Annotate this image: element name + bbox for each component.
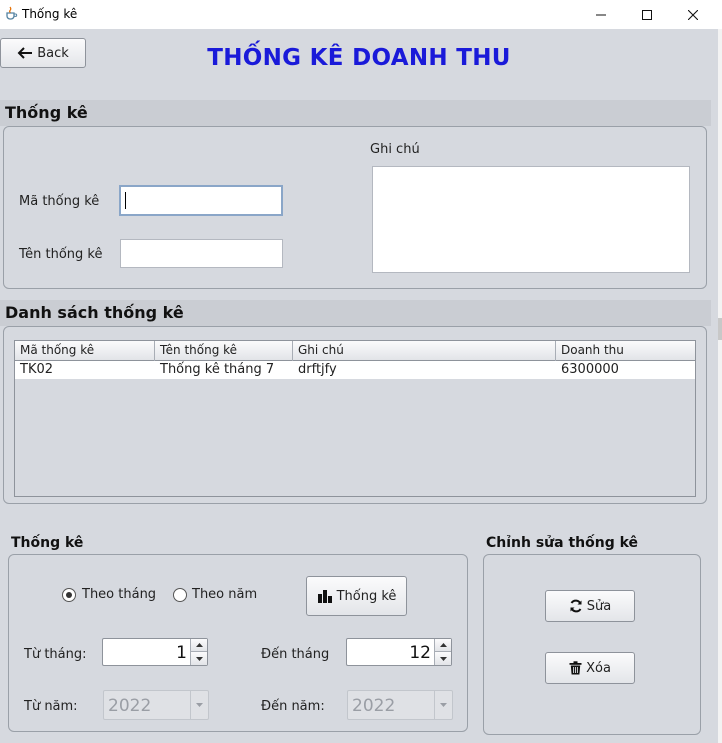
edit-label: Sửa <box>586 598 612 614</box>
ghichu-label: Ghi chú <box>370 142 420 157</box>
spinner-down-button[interactable] <box>435 652 451 665</box>
spinner-down-button[interactable] <box>191 652 207 665</box>
to-year-value: 2022 <box>352 696 396 716</box>
form-section-bar <box>0 100 711 126</box>
chevron-down-icon <box>195 656 203 661</box>
to-year-label: Đến năm: <box>261 699 325 714</box>
table-row[interactable]: TK02 Thống kê tháng 7 drftjfy 6300000 <box>15 361 695 379</box>
list-panel: Mã thống kê Tên thống kê Ghi chú Doanh t… <box>3 326 707 504</box>
run-stats-button[interactable]: Thống kê <box>306 576 407 616</box>
from-year-label: Từ năm: <box>24 699 78 714</box>
table-header: Mã thống kê Tên thống kê Ghi chú Doanh t… <box>15 341 695 361</box>
table-cell: 6300000 <box>561 362 619 377</box>
combo-arrow <box>434 691 452 719</box>
chevron-down-icon <box>196 703 203 707</box>
chevron-up-icon <box>439 643 447 647</box>
form-section-title: Thống kê <box>5 103 88 122</box>
radio-year[interactable] <box>173 588 187 602</box>
title-bar: Thống kê <box>0 0 722 29</box>
spinner-arrows <box>434 639 451 665</box>
ten-input[interactable] <box>120 239 283 268</box>
edit-section-title: Chỉnh sửa thống kê <box>486 535 639 551</box>
resize-grip <box>718 318 722 340</box>
minimize-button[interactable] <box>578 0 624 29</box>
refresh-icon <box>570 599 582 613</box>
ghichu-textarea[interactable] <box>372 166 690 273</box>
to-month-label: Đến tháng <box>261 647 330 662</box>
from-year-combo: 2022 <box>103 690 209 720</box>
ma-input[interactable] <box>119 185 283 216</box>
column-header[interactable]: Ghi chú <box>293 341 556 361</box>
column-header[interactable]: Doanh thu <box>556 341 695 361</box>
radio-year-label[interactable]: Theo năm <box>192 587 257 602</box>
delete-label: Xóa <box>586 660 611 676</box>
run-stats-label: Thống kê <box>336 588 397 604</box>
client-area: Back THỐNG KÊ DOANH THU Thống kê Mã thốn… <box>0 29 718 743</box>
to-year-combo: 2022 <box>347 690 453 720</box>
list-section-title: Danh sách thống kê <box>5 303 184 322</box>
table-cell: TK02 <box>20 362 54 377</box>
close-icon <box>688 9 698 20</box>
maximize-button[interactable] <box>624 0 670 29</box>
stats-table[interactable]: Mã thống kê Tên thống kê Ghi chú Doanh t… <box>14 340 696 497</box>
from-month-spinner[interactable]: 1 <box>102 638 208 666</box>
from-month-label: Từ tháng: <box>24 647 87 662</box>
bar-chart-icon <box>317 590 332 603</box>
edit-button[interactable]: Sửa <box>545 590 635 622</box>
from-year-value: 2022 <box>108 696 152 716</box>
radio-month[interactable] <box>62 588 76 602</box>
ten-label: Tên thống kê <box>19 247 103 262</box>
spinner-arrows <box>190 639 207 665</box>
window-edge <box>718 29 722 743</box>
delete-button[interactable]: Xóa <box>545 652 635 684</box>
from-month-value: 1 <box>176 643 187 663</box>
table-cell: Thống kê tháng 7 <box>160 362 275 377</box>
to-month-value: 12 <box>409 643 431 663</box>
chevron-down-icon <box>440 703 447 707</box>
spinner-up-button[interactable] <box>435 639 451 652</box>
minimize-icon <box>596 14 606 15</box>
ma-label: Mã thống kê <box>19 194 100 209</box>
window-title: Thống kê <box>22 7 78 21</box>
stats-section-title: Thống kê <box>11 535 84 551</box>
radio-month-label[interactable]: Theo tháng <box>82 587 156 602</box>
combo-arrow <box>190 691 208 719</box>
column-header[interactable]: Tên thống kê <box>155 341 293 361</box>
trash-icon <box>569 661 582 675</box>
java-cup-icon <box>6 6 18 20</box>
table-cell: drftjfy <box>298 362 337 377</box>
maximize-icon <box>642 9 652 20</box>
stats-panel: Theo tháng Theo năm Thống kê Từ tháng: 1… <box>8 554 468 732</box>
close-button[interactable] <box>670 0 716 29</box>
spinner-up-button[interactable] <box>191 639 207 652</box>
form-panel: Mã thống kê Tên thống kê Ghi chú <box>3 126 707 289</box>
chevron-up-icon <box>195 643 203 647</box>
chevron-down-icon <box>439 656 447 661</box>
text-caret <box>125 192 126 209</box>
page-title: THỐNG KÊ DOANH THU <box>207 45 511 71</box>
edit-panel: Sửa Xóa <box>483 554 701 735</box>
to-month-spinner[interactable]: 12 <box>346 638 452 666</box>
column-header[interactable]: Mã thống kê <box>15 341 155 361</box>
